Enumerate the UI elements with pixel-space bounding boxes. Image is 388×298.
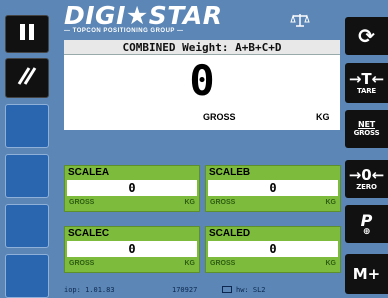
left-soft-button-5[interactable] [5,204,49,248]
scale-panel-d[interactable]: SCALED 0 GROSS KG [205,226,341,273]
scale-mode: GROSS [69,199,95,206]
gross-label: GROSS [353,129,380,137]
tare-icon: →T← [348,69,385,88]
combined-weight-value: 0 [189,56,215,105]
tare-label: TARE [356,86,377,95]
scale-panel-a[interactable]: SCALEA 0 GROSS KG [64,165,200,212]
zero-icon: →0← [348,165,385,184]
zero-button[interactable]: →0← ZERO [345,160,388,198]
status-box [222,286,232,293]
net-gross-button[interactable]: NET GROSS [345,110,388,148]
indicator-screen: DIGI★STAR — TOPCON POSITIONING GROUP — C… [0,0,388,298]
scale-panel-c[interactable]: SCALEC 0 GROSS KG [64,226,200,273]
net-label: NET [357,120,376,129]
combined-weight-unit: KG [316,112,330,122]
print-button[interactable]: P ⊕ [345,205,388,243]
memory-add-button[interactable]: M+ [345,254,388,294]
left-soft-button-3[interactable] [5,104,49,148]
pause-button[interactable] [5,15,49,53]
zero-label: ZERO [356,182,377,191]
combined-weight-mode: GROSS [203,112,236,122]
scale-mode: GROSS [210,260,236,267]
combined-weight-display: COMBINED Weight: A+B+C+D 0 GROSS KG [64,40,340,130]
left-soft-button-6[interactable] [5,254,49,298]
crosshair-icon: ⊕ [362,226,371,237]
brand-logo: DIGI★STAR — TOPCON POSITIONING GROUP — [62,1,272,37]
scale-value: 0 [67,180,197,196]
scale-unit: KG [325,260,337,267]
scale-name: SCALEC [68,228,110,239]
scale-mode: GROSS [210,199,236,206]
hatch-button[interactable] [5,58,49,98]
refresh-icon: ⟳ [358,24,375,48]
tare-button[interactable]: →T← TARE [345,63,388,103]
scale-mode: GROSS [69,260,95,267]
firmware-version: iop: 1.01.83 [64,286,115,294]
scale-value: 0 [208,241,338,257]
left-soft-button-4[interactable] [5,154,49,198]
display-title: COMBINED Weight: A+B+C+D [64,40,340,55]
scale-name: SCALEB [209,167,251,178]
scale-unit: KG [184,199,196,206]
scale-icon [290,12,310,28]
hatch-icon [16,65,38,92]
pause-icon [19,23,35,46]
hardware-version: hw: SL2 [236,286,266,294]
scale-value: 0 [67,241,197,257]
scale-value: 0 [208,180,338,196]
brand-name: DIGI★STAR [64,1,223,30]
scale-name: SCALEA [68,167,110,178]
brand-subtitle: — TOPCON POSITIONING GROUP — [64,28,184,34]
scale-unit: KG [325,199,337,206]
scale-name: SCALED [209,228,251,239]
print-icon: P [360,210,373,230]
refresh-button[interactable]: ⟳ [345,17,388,55]
serial-number: 170927 [172,286,198,294]
memory-add-label: M+ [352,264,381,283]
scale-panel-b[interactable]: SCALEB 0 GROSS KG [205,165,341,212]
scale-unit: KG [184,260,196,267]
